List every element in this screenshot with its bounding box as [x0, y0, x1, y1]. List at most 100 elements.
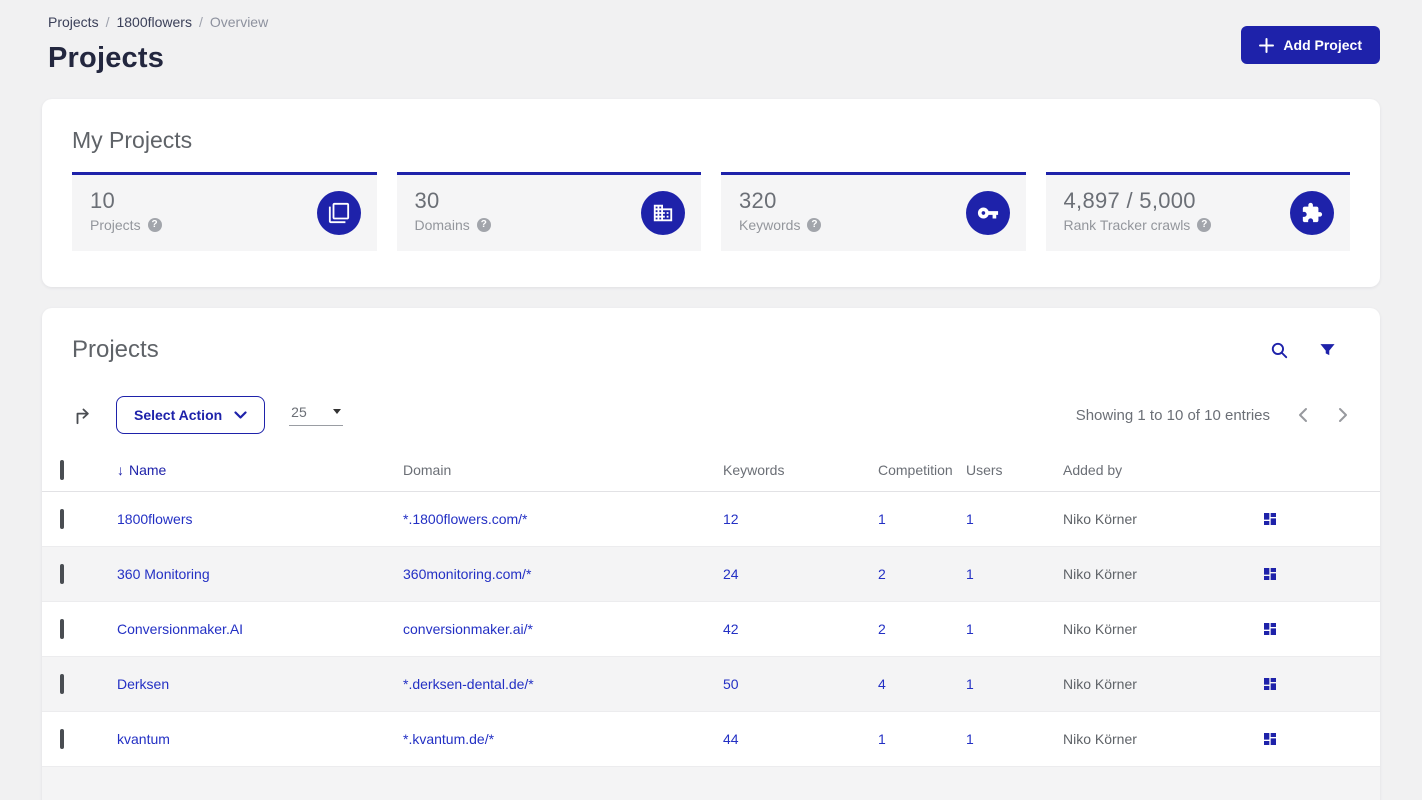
dashboard-icon[interactable] [1262, 511, 1380, 527]
keywords-label: Keywords [739, 217, 801, 233]
keywords-value[interactable]: 50 [723, 676, 878, 692]
stacked-windows-icon [316, 191, 361, 235]
dashboard-icon[interactable] [1262, 676, 1380, 692]
select-all-checkbox[interactable] [60, 459, 64, 480]
added-by-value: Niko Körner [1063, 566, 1137, 582]
column-header-name[interactable]: ↓ Name [117, 462, 403, 478]
users-value[interactable]: 1 [966, 731, 1063, 747]
page-title: Projects [48, 42, 165, 74]
my-projects-card: My Projects 10 Projects ? 30 Domains ? 3… [42, 99, 1380, 287]
row-checkbox[interactable] [60, 564, 64, 584]
stat-domains: 30 Domains ? [396, 172, 701, 251]
filter-icon[interactable] [1319, 342, 1336, 359]
competition-value[interactable]: 2 [878, 566, 966, 582]
plus-icon [1259, 37, 1275, 53]
project-domain-link[interactable]: conversionmaker.ai/* [403, 621, 723, 637]
breadcrumb-separator: / [105, 14, 110, 30]
project-name-link[interactable]: Conversionmaker.AI [117, 621, 403, 637]
breadcrumb-1800flowers[interactable]: 1800flowers [116, 14, 192, 30]
keywords-value[interactable]: 42 [723, 621, 878, 637]
row-checkbox[interactable] [60, 509, 64, 529]
table-row: Conversionmaker.AI conversionmaker.ai/* … [42, 602, 1380, 657]
column-header-keywords[interactable]: Keywords [723, 462, 878, 478]
added-by-value: Niko Körner [1063, 511, 1137, 527]
column-header-added-by[interactable]: Added by [1063, 462, 1262, 478]
breadcrumb-overview: Overview [209, 14, 269, 30]
add-project-label: Add Project [1283, 37, 1362, 53]
forward-arrow-icon[interactable] [72, 404, 94, 426]
building-icon [641, 191, 685, 235]
dashboard-icon[interactable] [1262, 566, 1380, 582]
select-caret-icon [333, 409, 342, 414]
competition-value[interactable]: 1 [878, 731, 966, 747]
search-icon[interactable] [1270, 341, 1289, 360]
chevron-down-icon [234, 411, 247, 419]
stat-rank-tracker: 4,897 / 5,000 Rank Tracker crawls ? [1045, 172, 1350, 251]
project-name-link[interactable]: Derksen [117, 676, 403, 692]
table-row [42, 767, 1380, 800]
breadcrumb: Projects / 1800flowers / Overview [48, 14, 1374, 30]
row-checkbox[interactable] [60, 674, 64, 694]
stat-projects: 10 Projects ? [72, 172, 377, 251]
breadcrumb-separator: / [198, 14, 203, 30]
puzzle-icon [1290, 191, 1334, 235]
competition-value[interactable]: 2 [878, 621, 966, 637]
select-action-label: Select Action [134, 407, 223, 423]
project-domain-link[interactable]: *.derksen-dental.de/* [403, 676, 723, 692]
row-checkbox[interactable] [60, 729, 64, 749]
project-name-link[interactable]: kvantum [117, 731, 403, 747]
keywords-value[interactable]: 12 [723, 511, 878, 527]
previous-page-icon[interactable] [1296, 407, 1310, 423]
dashboard-icon[interactable] [1262, 731, 1380, 747]
users-value[interactable]: 1 [966, 621, 1063, 637]
page-size-select[interactable]: 25 [289, 404, 344, 426]
users-value[interactable]: 1 [966, 566, 1063, 582]
help-icon[interactable]: ? [1197, 218, 1212, 232]
project-domain-link[interactable]: *.kvantum.de/* [403, 731, 723, 747]
column-header-users[interactable]: Users [966, 462, 1063, 478]
select-action-dropdown[interactable]: Select Action [116, 396, 266, 434]
users-value[interactable]: 1 [966, 676, 1063, 692]
help-icon[interactable]: ? [147, 218, 162, 232]
row-checkbox[interactable] [60, 619, 64, 639]
page-header: Projects / 1800flowers / Overview Projec… [0, 0, 1422, 75]
added-by-value: Niko Körner [1063, 731, 1137, 747]
sort-descending-icon: ↓ [117, 461, 124, 478]
added-by-value: Niko Körner [1063, 621, 1137, 637]
add-project-button[interactable]: Add Project [1241, 26, 1380, 64]
competition-value[interactable]: 4 [878, 676, 966, 692]
project-name-link[interactable]: 1800flowers [117, 511, 403, 527]
projects-table-heading: Projects [72, 336, 159, 363]
help-icon[interactable]: ? [476, 218, 491, 232]
table-row: 1800flowers *.1800flowers.com/* 12 1 1 N… [42, 492, 1380, 547]
table-header-row: ↓ Name Domain Keywords Competition Users… [42, 448, 1380, 492]
domains-label: Domains [414, 217, 470, 233]
table-row: kvantum *.kvantum.de/* 44 1 1 Niko Körne… [42, 712, 1380, 767]
pagination-status: Showing 1 to 10 of 10 entries [1075, 406, 1270, 424]
stats-grid: 10 Projects ? 30 Domains ? 320 Keywords [72, 172, 1350, 251]
rank-tracker-label: Rank Tracker crawls [1063, 217, 1191, 233]
projects-table: ↓ Name Domain Keywords Competition Users… [42, 448, 1380, 800]
stat-keywords: 320 Keywords ? [721, 172, 1026, 251]
next-page-icon[interactable] [1336, 407, 1350, 423]
dashboard-icon[interactable] [1262, 621, 1380, 637]
help-icon[interactable]: ? [807, 218, 822, 232]
project-domain-link[interactable]: 360monitoring.com/* [403, 566, 723, 582]
my-projects-heading: My Projects [72, 127, 193, 153]
project-name-link[interactable]: 360 Monitoring [117, 566, 403, 582]
column-header-domain[interactable]: Domain [403, 462, 723, 478]
added-by-value: Niko Körner [1063, 676, 1137, 692]
table-row: 360 Monitoring 360monitoring.com/* 24 2 … [42, 547, 1380, 602]
table-row: Derksen *.derksen-dental.de/* 50 4 1 Nik… [42, 657, 1380, 712]
breadcrumb-projects[interactable]: Projects [48, 14, 99, 30]
competition-value[interactable]: 1 [878, 511, 966, 527]
key-icon [965, 191, 1010, 235]
projects-label: Projects [90, 217, 141, 233]
project-domain-link[interactable]: *.1800flowers.com/* [403, 511, 723, 527]
table-action-bar: Select Action 25 Showing 1 to 10 of 10 e… [42, 396, 1380, 434]
keywords-value[interactable]: 24 [723, 566, 878, 582]
keywords-value[interactable]: 44 [723, 731, 878, 747]
column-header-competition[interactable]: Competition [878, 462, 966, 478]
users-value[interactable]: 1 [966, 511, 1063, 527]
projects-table-card: Projects Select Action 25 Showing 1 to 1… [42, 308, 1380, 800]
